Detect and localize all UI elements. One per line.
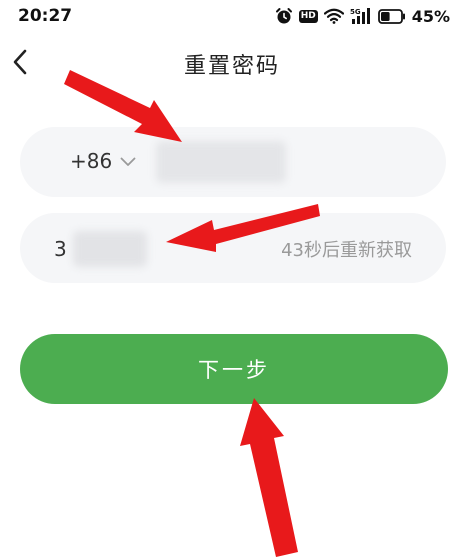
resend-countdown: 43秒后重新获取 <box>281 240 412 261</box>
wifi-icon <box>323 8 344 24</box>
hd-icon: HD <box>298 9 318 23</box>
code-visible-prefix: 3 <box>54 237 67 261</box>
verification-code-field: 3 43秒后重新获取 <box>20 213 446 283</box>
status-bar: 20:27 HD 5G 45% <box>0 0 464 34</box>
country-code-text: +86 <box>70 149 113 173</box>
status-time: 20:27 <box>18 6 73 26</box>
reset-password-screen: 20:27 HD 5G 45% 重置密码 +86 3 43秒后重新获取 下一步 <box>0 0 464 557</box>
battery-icon <box>377 8 406 24</box>
status-icons: HD 5G 45% <box>275 5 450 27</box>
phone-field: +86 <box>20 127 446 197</box>
network-type-label: 5G <box>350 8 361 16</box>
phone-number-input[interactable] <box>156 141 286 183</box>
next-button-label: 下一步 <box>198 358 270 382</box>
code-obscured-value <box>72 231 147 267</box>
page-title: 重置密码 <box>183 54 280 79</box>
header: 重置密码 <box>0 38 464 88</box>
signal-icon: 5G <box>350 7 372 25</box>
annotation-arrow-next <box>240 398 298 557</box>
battery-percent: 45% <box>411 6 450 26</box>
verification-code-input[interactable]: 3 <box>54 231 147 267</box>
chevron-down-icon <box>120 152 136 171</box>
country-code-selector[interactable]: +86 <box>70 149 136 173</box>
next-button[interactable]: 下一步 <box>20 334 448 404</box>
alarm-icon <box>275 7 293 25</box>
